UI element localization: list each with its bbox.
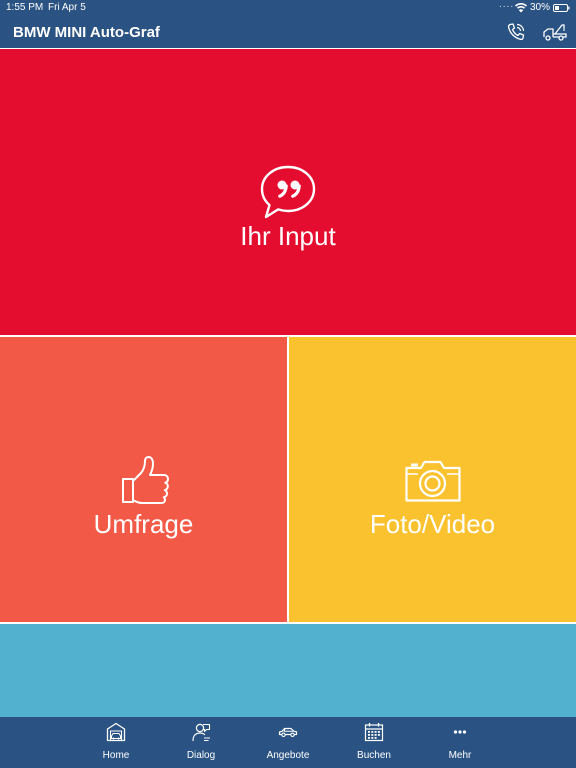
tab-bar: Home Dialog Angebote Buchen Mehr <box>0 717 576 768</box>
app-header: BMW MINI Auto-Graf <box>0 16 576 48</box>
battery-icon <box>553 4 570 12</box>
tile-blue[interactable] <box>0 624 576 717</box>
tab-mehr-label: Mehr <box>448 750 472 761</box>
tile-umfrage-label: Umfrage <box>93 509 194 539</box>
status-bar: 1:55 PM Fri Apr 5 .... 30% <box>0 0 576 16</box>
wifi-icon <box>515 3 527 13</box>
tab-buchen-label: Buchen <box>357 750 391 761</box>
phone-icon[interactable] <box>506 22 526 42</box>
tab-home[interactable]: Home <box>81 717 151 768</box>
person-chat-icon <box>192 723 211 742</box>
camera-icon <box>405 460 461 502</box>
status-date: Fri Apr 5 <box>48 2 86 13</box>
tab-dialog[interactable]: Dialog <box>166 717 236 768</box>
tile-foto-video[interactable]: Foto/Video <box>289 337 576 622</box>
tile-umfrage[interactable]: Umfrage <box>0 337 287 622</box>
car-icon <box>278 727 298 738</box>
tile-ihr-input[interactable]: Ihr Input <box>0 49 576 335</box>
signal-dots: .... <box>499 0 515 10</box>
thumbs-up-icon <box>122 456 169 504</box>
battery-percent: 30% <box>530 2 551 13</box>
status-time: 1:55 PM <box>6 2 44 13</box>
speech-bubble-quote-icon <box>260 165 316 219</box>
tab-angebote[interactable]: Angebote <box>253 717 323 768</box>
page-title: BMW MINI Auto-Graf <box>13 24 160 41</box>
tile-ihr-input-label: Ihr Input <box>240 221 336 251</box>
garage-icon <box>106 722 126 742</box>
calendar-icon <box>364 723 384 742</box>
more-dots-icon <box>453 730 467 734</box>
tab-mehr[interactable]: Mehr <box>425 717 495 768</box>
tile-foto-video-label: Foto/Video <box>369 509 496 539</box>
tab-home-label: Home <box>102 750 130 761</box>
tab-buchen[interactable]: Buchen <box>339 717 409 768</box>
tab-angebote-label: Angebote <box>266 750 310 761</box>
tab-dialog-label: Dialog <box>186 750 216 761</box>
tow-truck-icon[interactable] <box>542 22 568 42</box>
